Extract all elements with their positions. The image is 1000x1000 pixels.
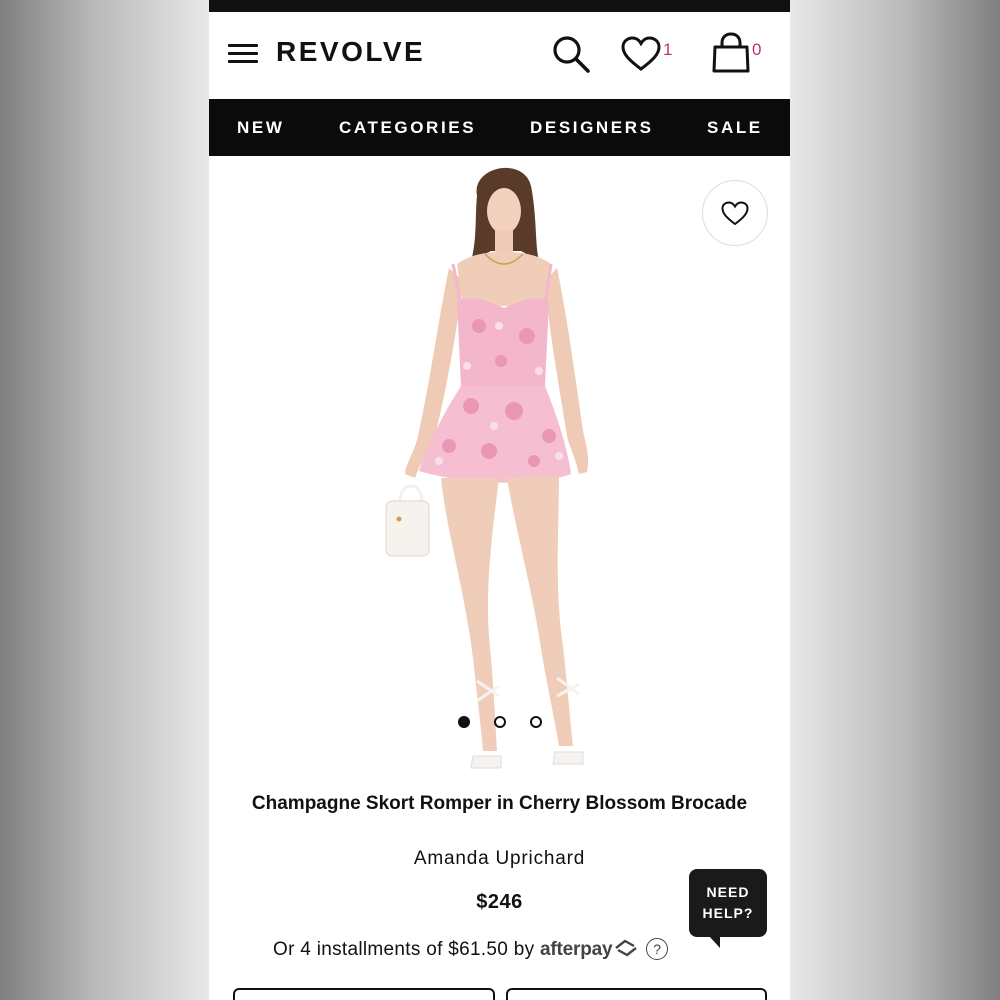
nav-item-new[interactable]: NEW (237, 118, 284, 138)
phone-screen: REVOLVE 1 0 NEW CATEGORIES DESIGNERS SAL… (209, 0, 790, 1000)
nav-item-designers[interactable]: DESIGNERS (530, 118, 654, 138)
search-icon[interactable] (551, 34, 591, 74)
carousel-pagination (209, 716, 790, 730)
need-help-line-1: NEED (706, 884, 750, 900)
size-select-button[interactable] (233, 988, 495, 1000)
site-logo[interactable]: REVOLVE (276, 36, 425, 68)
right-blur-backdrop (790, 0, 1000, 1000)
afterpay-installments: Or 4 installments of $61.50 by afterpay? (273, 938, 669, 961)
bag-count-badge: 0 (752, 40, 762, 59)
product-title: Champagne Skort Romper in Cherry Blossom… (251, 793, 748, 814)
add-to-favorites-button[interactable] (702, 180, 768, 246)
shopping-bag-icon[interactable] (711, 32, 751, 74)
product-brand-link[interactable]: Amanda Uprichard (229, 848, 770, 870)
left-blur-backdrop (0, 0, 209, 1000)
main-nav: NEW CATEGORIES DESIGNERS SALE (209, 99, 790, 156)
heart-outline-icon (721, 201, 749, 226)
wishlist-count-badge: 1 (663, 40, 673, 59)
product-image-carousel[interactable] (209, 156, 790, 780)
carousel-dot-2[interactable] (494, 716, 506, 728)
afterpay-arrows-icon (615, 939, 638, 957)
status-bar (209, 0, 790, 12)
carousel-dot-3[interactable] (530, 716, 542, 728)
need-help-line-2: HELP? (702, 905, 754, 921)
hamburger-menu-icon[interactable] (228, 42, 260, 66)
afterpay-info-icon[interactable]: ? (646, 938, 669, 960)
carousel-dot-1[interactable] (458, 716, 470, 728)
wishlist-heart-icon[interactable] (621, 36, 661, 72)
installments-text: Or 4 installments of $61.50 by (273, 939, 535, 960)
afterpay-logo: afterpay (540, 939, 613, 960)
need-help-chat-button[interactable]: NEED HELP? (689, 869, 767, 948)
nav-item-sale[interactable]: SALE (707, 118, 763, 138)
product-photo (385, 167, 589, 769)
site-header: REVOLVE 1 0 (209, 12, 790, 99)
nav-item-categories[interactable]: CATEGORIES (339, 118, 476, 138)
add-to-bag-button[interactable] (506, 988, 767, 1000)
